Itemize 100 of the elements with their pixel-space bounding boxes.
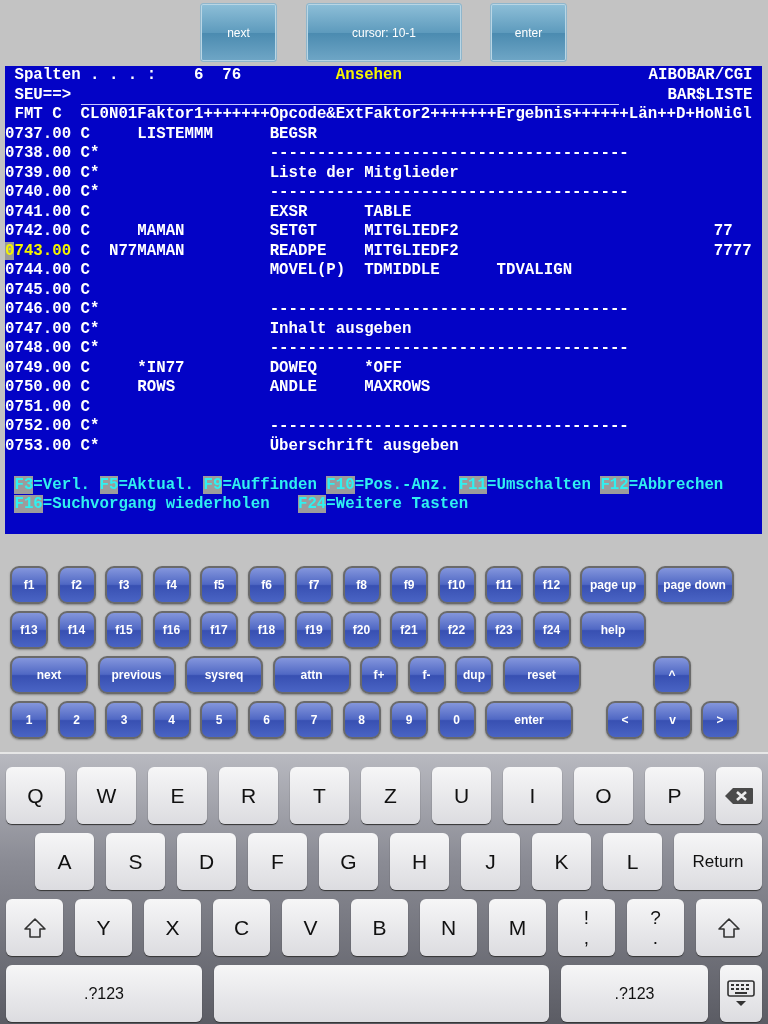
keypad-key[interactable]: f17 — [200, 611, 238, 649]
numbers-key[interactable]: .?123 — [6, 965, 202, 1022]
keypad-key[interactable]: f+ — [360, 656, 398, 694]
keypad-key[interactable]: 8 — [342, 701, 381, 739]
keypad-key[interactable]: f22 — [437, 611, 476, 649]
keypad-key[interactable]: f23 — [485, 611, 523, 649]
keypad-key[interactable]: v — [653, 701, 692, 739]
keypad-key[interactable]: f13 — [10, 611, 48, 649]
keypad-key[interactable]: previous — [97, 656, 176, 694]
keypad-key[interactable]: reset — [502, 656, 581, 694]
keypad-key[interactable]: f21 — [390, 611, 428, 649]
line-number: 0751.00 — [5, 397, 73, 417]
toolbar-button[interactable]: cursor: 10-1 — [306, 3, 462, 62]
letter-key[interactable]: Q — [6, 767, 65, 824]
keypad-key[interactable]: 7 — [295, 701, 333, 739]
punctuation-key[interactable]: ? . — [627, 899, 684, 956]
keypad-key[interactable]: 6 — [247, 701, 286, 739]
keypad-key[interactable]: ^ — [653, 656, 691, 694]
keypad-key[interactable]: next — [10, 656, 88, 694]
shift-key[interactable] — [6, 899, 63, 956]
letter-key[interactable]: N — [420, 899, 477, 956]
keypad-key[interactable]: f12 — [532, 566, 571, 604]
keypad-key[interactable]: 2 — [57, 701, 96, 739]
keypad-key[interactable]: 3 — [105, 701, 143, 739]
letter-key[interactable]: I — [503, 767, 562, 824]
keypad-key[interactable]: 0 — [437, 701, 476, 739]
keypad-key[interactable]: f4 — [152, 566, 191, 604]
keypad-key[interactable]: dup — [455, 656, 493, 694]
letter-key[interactable]: Y — [75, 899, 132, 956]
letter-key[interactable]: E — [148, 767, 207, 824]
keypad-key[interactable]: 1 — [10, 701, 48, 739]
letter-key[interactable]: F — [248, 833, 307, 890]
keypad-key[interactable]: page down — [655, 566, 734, 604]
source-line: C *IN77 DOWEQ *OFF — [80, 358, 402, 378]
letter-key[interactable]: J — [461, 833, 520, 890]
letter-key[interactable]: O — [574, 767, 633, 824]
letter-key[interactable]: Z — [361, 767, 420, 824]
keypad-key[interactable]: f6 — [247, 566, 286, 604]
backspace-key[interactable] — [716, 767, 762, 824]
toolbar-button[interactable]: next — [200, 3, 277, 62]
keypad-key[interactable]: f19 — [295, 611, 333, 649]
keypad-key[interactable]: 4 — [152, 701, 191, 739]
letter-key[interactable]: X — [144, 899, 201, 956]
keypad-key[interactable]: attn — [272, 656, 351, 694]
letter-key[interactable]: K — [532, 833, 591, 890]
letter-key[interactable]: A — [35, 833, 94, 890]
keypad-key[interactable]: f3 — [105, 566, 143, 604]
toolbar-button[interactable]: enter — [490, 3, 567, 62]
keypad-key[interactable]: f14 — [57, 611, 96, 649]
library-name: AIBOBAR/CGI — [648, 66, 753, 86]
letter-key[interactable]: W — [77, 767, 136, 824]
letter-key[interactable]: P — [645, 767, 704, 824]
hide-keyboard-key[interactable] — [720, 965, 762, 1022]
keypad-key[interactable]: f1 — [10, 566, 48, 604]
keypad-key[interactable]: > — [701, 701, 739, 739]
shift-key[interactable] — [696, 899, 762, 956]
letter-key[interactable]: D — [177, 833, 236, 890]
keypad-key[interactable]: f2 — [57, 566, 96, 604]
shift-icon — [22, 916, 47, 939]
letter-key[interactable]: T — [290, 767, 349, 824]
keypad-key[interactable]: f24 — [532, 611, 571, 649]
keypad-key[interactable]: page up — [580, 566, 646, 604]
keypad-key[interactable]: f11 — [485, 566, 523, 604]
keypad-key[interactable]: f16 — [152, 611, 191, 649]
return-key[interactable]: Return — [674, 833, 762, 890]
keypad-key[interactable]: f10 — [437, 566, 476, 604]
function-key-hint: F11=Umschalten — [458, 475, 591, 495]
keypad-key[interactable]: help — [580, 611, 646, 649]
keypad-key[interactable]: f20 — [342, 611, 381, 649]
backspace-icon — [724, 786, 754, 805]
line-number: 0737.00 — [5, 124, 73, 144]
keypad-key[interactable]: sysreq — [185, 656, 263, 694]
keypad-key[interactable]: < — [606, 701, 644, 739]
numbers-key[interactable]: .?123 — [561, 965, 708, 1022]
mode-label: Ansehen — [335, 66, 402, 86]
keypad-key[interactable]: f- — [407, 656, 446, 694]
letter-key[interactable]: R — [219, 767, 278, 824]
letter-key[interactable]: M — [489, 899, 546, 956]
punctuation-key[interactable]: ! , — [558, 899, 615, 956]
letter-key[interactable]: H — [390, 833, 449, 890]
keypad-key[interactable]: 9 — [390, 701, 428, 739]
letter-key[interactable]: U — [432, 767, 491, 824]
keypad-key[interactable]: 5 — [200, 701, 238, 739]
format-label: FMT C — [14, 105, 62, 125]
letter-key[interactable]: L — [603, 833, 662, 890]
keypad-key[interactable]: f7 — [295, 566, 333, 604]
keypad-key[interactable]: f8 — [342, 566, 381, 604]
keypad-key[interactable]: f5 — [200, 566, 238, 604]
function-key-hint: F10=Pos.-Anz. — [326, 475, 450, 495]
letter-key[interactable]: G — [319, 833, 378, 890]
keypad-key[interactable]: enter — [485, 701, 573, 739]
column-ruler: CL0N01Faktor1+++++++Opcode&ExtFaktor2+++++++Ergebnis++++++Län++D+HoNiGl — [80, 105, 752, 125]
letter-key[interactable]: V — [282, 899, 339, 956]
keypad-key[interactable]: f9 — [390, 566, 428, 604]
keypad-key[interactable]: f15 — [105, 611, 143, 649]
letter-key[interactable]: C — [213, 899, 270, 956]
letter-key[interactable]: S — [106, 833, 165, 890]
columns-value: 6 76 — [194, 66, 242, 86]
letter-key[interactable]: B — [351, 899, 408, 956]
keypad-key[interactable]: f18 — [247, 611, 286, 649]
